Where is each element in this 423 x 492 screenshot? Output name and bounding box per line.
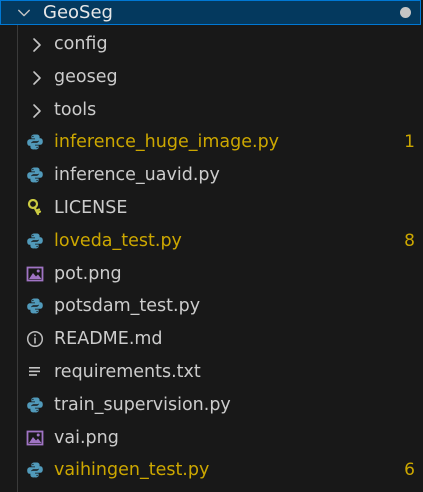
python-icon [26, 232, 44, 250]
item-label: train_supervision.py [54, 394, 231, 415]
chevron-down-icon[interactable] [17, 6, 31, 20]
item-label: loveda_test.py [54, 230, 182, 251]
item-label: vai.png [54, 427, 119, 448]
item-label: inference_uavid.py [54, 165, 220, 186]
item-label: LICENSE [54, 198, 128, 218]
file-item-vaihingen-test-py[interactable]: vaihingen_test.py 6 [0, 454, 423, 487]
file-item-potsdam-test-py[interactable]: potsdam_test.py [0, 290, 423, 323]
file-item-requirements-txt[interactable]: requirements.txt [0, 356, 423, 389]
python-icon [26, 396, 44, 414]
file-item-vai-png[interactable]: vai.png [0, 422, 423, 455]
item-label: vaihingen_test.py [54, 460, 210, 481]
problem-count-badge: 6 [404, 460, 415, 481]
python-icon [26, 133, 44, 151]
python-icon [26, 297, 44, 315]
item-label: config [54, 34, 108, 54]
folder-title: GeoSeg [43, 2, 113, 23]
item-label: potsdam_test.py [54, 296, 201, 317]
file-item-readme-md[interactable]: README.md [0, 323, 423, 356]
chevron-right-icon [31, 37, 43, 53]
image-icon [26, 265, 44, 283]
info-icon [26, 330, 44, 348]
python-icon [26, 166, 44, 184]
modified-dot-icon [400, 7, 411, 18]
folder-item-geoseg[interactable]: geoseg [0, 61, 423, 94]
file-item-loveda-test-py[interactable]: loveda_test.py 8 [0, 225, 423, 258]
problem-count-badge: 8 [404, 230, 415, 251]
file-item-pot-png[interactable]: pot.png [0, 258, 423, 291]
file-item-inference-huge-image-py[interactable]: inference_huge_image.py 1 [0, 126, 423, 159]
key-icon [26, 198, 44, 217]
file-explorer: GeoSeg config geoseg tools inference_huge_i… [0, 0, 423, 492]
folder-item-config[interactable]: config [0, 28, 423, 61]
item-label: requirements.txt [54, 362, 201, 382]
python-icon [26, 461, 44, 479]
folder-item-tools[interactable]: tools [0, 94, 423, 127]
problem-count-badge: 1 [404, 132, 415, 153]
item-label: inference_huge_image.py [54, 132, 280, 153]
file-item-train-supervision-py[interactable]: train_supervision.py [0, 389, 423, 422]
chevron-right-icon [31, 70, 43, 86]
file-item-inference-uavid-py[interactable]: inference_uavid.py [0, 159, 423, 192]
chevron-right-icon [31, 103, 43, 119]
item-label: pot.png [54, 263, 122, 284]
lines-icon [26, 363, 44, 381]
item-label: geoseg [54, 66, 118, 87]
image-icon [26, 429, 44, 447]
item-label: README.md [54, 329, 163, 350]
item-label: tools [54, 99, 97, 120]
folder-header-geoseg[interactable]: GeoSeg [0, 0, 421, 25]
file-item-license[interactable]: LICENSE [0, 192, 423, 225]
